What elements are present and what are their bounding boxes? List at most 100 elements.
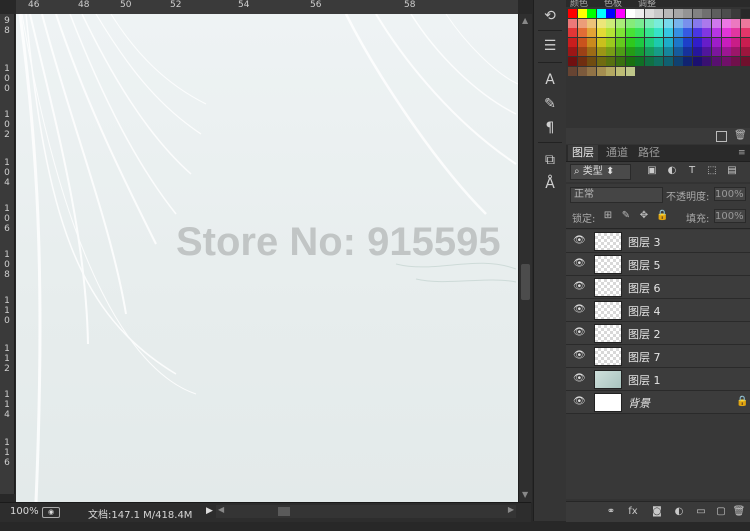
color-swatch[interactable]	[568, 57, 577, 66]
color-swatch[interactable]	[702, 28, 712, 38]
layer-row-background[interactable]: 👁 背景 🔒	[566, 391, 750, 414]
color-swatch[interactable]	[664, 37, 673, 47]
lock-image-icon[interactable]: ✎	[620, 210, 632, 222]
color-swatch[interactable]	[596, 66, 606, 76]
color-swatch[interactable]	[683, 47, 693, 57]
color-swatch[interactable]	[577, 66, 587, 76]
color-swatch[interactable]	[616, 18, 625, 28]
color-swatch[interactable]	[721, 47, 731, 57]
color-swatch[interactable]	[683, 18, 693, 28]
layer-row[interactable]: 👁 图层 5	[566, 253, 750, 276]
lock-pixels-icon[interactable]: ⊞	[602, 210, 614, 222]
character-style-icon[interactable]: Å	[540, 174, 560, 194]
color-swatch[interactable]	[644, 28, 654, 38]
color-swatch[interactable]	[606, 9, 616, 18]
color-swatch[interactable]	[654, 47, 664, 57]
color-swatch[interactable]	[587, 9, 597, 18]
color-swatch[interactable]	[673, 57, 683, 66]
color-swatch[interactable]	[616, 9, 625, 18]
color-swatch[interactable]	[654, 37, 664, 47]
scroll-up-icon[interactable]: ▲	[522, 16, 528, 25]
visibility-eye-icon[interactable]: 👁	[573, 304, 586, 316]
color-swatch[interactable]	[702, 9, 712, 18]
paragraph-icon[interactable]: ¶	[540, 118, 560, 138]
color-swatch[interactable]	[577, 57, 587, 66]
new-layer-icon[interactable]: ▢	[714, 505, 728, 519]
character-icon[interactable]: A	[540, 70, 560, 90]
color-swatch[interactable]	[721, 57, 731, 66]
color-swatch[interactable]	[616, 66, 625, 76]
color-swatch[interactable]	[596, 9, 606, 18]
color-swatch[interactable]	[721, 9, 731, 18]
color-swatch[interactable]	[721, 28, 731, 38]
color-swatch[interactable]	[731, 37, 741, 47]
panel-menu-icon[interactable]: ≡	[738, 148, 746, 158]
color-swatch[interactable]	[740, 47, 750, 57]
visibility-eye-icon[interactable]: 👁	[573, 327, 586, 339]
color-swatch[interactable]	[596, 57, 606, 66]
color-swatch[interactable]	[568, 28, 577, 38]
color-swatch[interactable]	[606, 66, 616, 76]
visibility-eye-icon[interactable]: 👁	[573, 281, 586, 293]
layer-row[interactable]: 👁 图层 7	[566, 345, 750, 368]
color-swatch[interactable]	[712, 18, 721, 28]
color-swatch[interactable]	[673, 28, 683, 38]
color-swatch[interactable]	[702, 18, 712, 28]
color-swatch[interactable]	[635, 28, 645, 38]
scroll-down-icon[interactable]: ▼	[522, 490, 528, 499]
visibility-eye-icon[interactable]: 👁	[573, 373, 586, 385]
color-swatch[interactable]	[596, 37, 606, 47]
new-group-icon[interactable]: ▭	[694, 505, 708, 519]
tab-paths[interactable]: 路径	[634, 145, 664, 161]
layer-row[interactable]: 👁 图层 4	[566, 299, 750, 322]
layer-row[interactable]: 👁 图层 1	[566, 368, 750, 391]
color-swatch[interactable]	[625, 47, 635, 57]
color-swatch[interactable]	[683, 9, 693, 18]
color-swatch[interactable]	[606, 37, 616, 47]
color-swatch[interactable]	[606, 57, 616, 66]
color-swatch[interactable]	[712, 28, 721, 38]
color-swatch[interactable]	[702, 47, 712, 57]
scroll-left-icon[interactable]: ◀	[218, 505, 224, 514]
vertical-scroll-thumb[interactable]	[521, 264, 530, 300]
color-swatch[interactable]	[644, 37, 654, 47]
delete-layer-icon[interactable]: 🗑	[732, 505, 746, 519]
color-swatch[interactable]	[577, 37, 587, 47]
new-swatch-icon[interactable]	[716, 131, 727, 142]
color-swatch[interactable]	[587, 57, 597, 66]
color-swatch[interactable]	[616, 57, 625, 66]
color-swatch[interactable]	[606, 18, 616, 28]
color-swatch[interactable]	[740, 57, 750, 66]
color-swatch[interactable]	[692, 28, 702, 38]
color-swatch[interactable]	[625, 28, 635, 38]
link-layers-icon[interactable]: ⚭	[604, 505, 618, 519]
color-swatch[interactable]	[587, 18, 597, 28]
layer-row[interactable]: 👁 图层 2	[566, 322, 750, 345]
vertical-scrollbar[interactable]: ▲ ▼	[518, 14, 532, 502]
color-swatch[interactable]	[731, 57, 741, 66]
color-swatch[interactable]	[692, 47, 702, 57]
layer-row[interactable]: 👁 图层 6	[566, 276, 750, 299]
zoom-level[interactable]: 100%	[10, 506, 39, 517]
color-swatch[interactable]	[740, 18, 750, 28]
color-swatch[interactable]	[692, 9, 702, 18]
smart-object-filter-icon[interactable]: ▤	[726, 165, 738, 177]
color-swatch[interactable]	[644, 47, 654, 57]
color-swatch[interactable]	[635, 57, 645, 66]
text-filter-icon[interactable]: T	[686, 165, 698, 177]
color-swatch[interactable]	[644, 18, 654, 28]
color-swatch[interactable]	[654, 9, 664, 18]
color-swatch[interactable]	[740, 28, 750, 38]
color-swatch[interactable]	[654, 28, 664, 38]
visibility-eye-icon[interactable]: 👁	[573, 350, 586, 362]
color-swatch[interactable]	[673, 9, 683, 18]
color-swatch[interactable]	[568, 47, 577, 57]
color-swatch[interactable]	[692, 18, 702, 28]
shape-filter-icon[interactable]: ⬚	[706, 165, 718, 177]
history-icon[interactable]: ⟲	[540, 6, 560, 26]
tab-color[interactable]: 颜色	[570, 0, 588, 7]
color-swatch[interactable]	[568, 9, 577, 18]
color-swatch[interactable]	[587, 47, 597, 57]
color-swatch[interactable]	[644, 57, 654, 66]
color-swatch[interactable]	[635, 37, 645, 47]
